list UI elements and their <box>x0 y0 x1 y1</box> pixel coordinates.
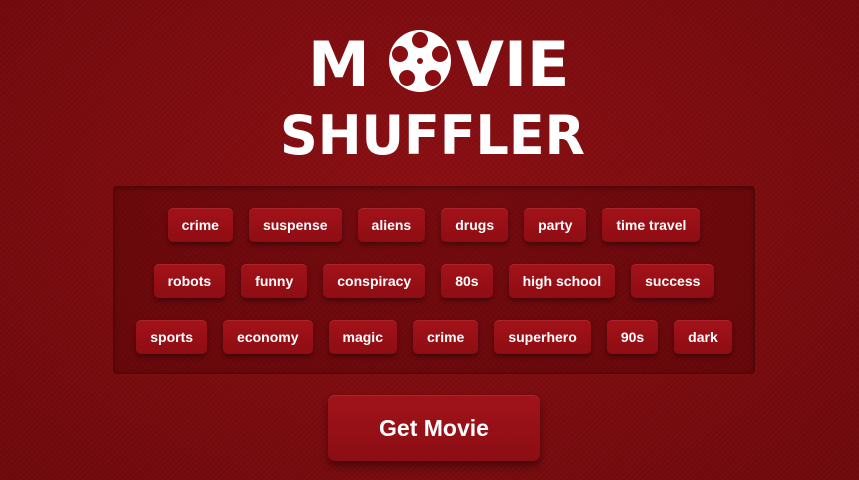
tag-robots[interactable]: robots <box>153 264 226 298</box>
tag-row-2: robots funny conspiracy 80s high school … <box>114 264 754 298</box>
tag-time-travel[interactable]: time travel <box>602 208 701 242</box>
tag-party[interactable]: party <box>524 208 587 242</box>
tag-80s[interactable]: 80s <box>441 264 493 298</box>
tag-conspiracy[interactable]: conspiracy <box>323 264 426 298</box>
tag-drugs[interactable]: drugs <box>441 208 509 242</box>
tag-panel: crime suspense aliens drugs party time t… <box>113 186 755 374</box>
tag-dark[interactable]: dark <box>674 320 732 354</box>
logo-line1-suffix: VIE <box>456 28 569 101</box>
app-logo: M VIE SHUFFLER <box>272 18 592 163</box>
tag-magic[interactable]: magic <box>328 320 397 354</box>
logo-line2: SHUFFLER <box>280 104 585 163</box>
app-logo-graphic: M VIE SHUFFLER <box>280 28 585 163</box>
tag-crime-2[interactable]: crime <box>412 320 479 354</box>
logo-line1-prefix: M <box>308 28 370 101</box>
film-reel-icon <box>389 30 451 92</box>
tag-economy[interactable]: economy <box>223 320 313 354</box>
tag-success[interactable]: success <box>631 264 715 298</box>
tag-aliens[interactable]: aliens <box>357 208 426 242</box>
tag-row-3: sports economy magic crime superhero 90s… <box>114 320 754 354</box>
tag-sports[interactable]: sports <box>136 320 208 354</box>
tag-crime[interactable]: crime <box>167 208 233 242</box>
get-movie-button[interactable]: Get Movie <box>328 395 540 461</box>
tag-90s[interactable]: 90s <box>606 320 659 354</box>
tag-high-school[interactable]: high school <box>508 264 616 298</box>
tag-row-1: crime suspense aliens drugs party time t… <box>114 208 754 242</box>
tag-suspense[interactable]: suspense <box>248 208 342 242</box>
tag-funny[interactable]: funny <box>241 264 308 298</box>
tag-superhero[interactable]: superhero <box>494 320 591 354</box>
